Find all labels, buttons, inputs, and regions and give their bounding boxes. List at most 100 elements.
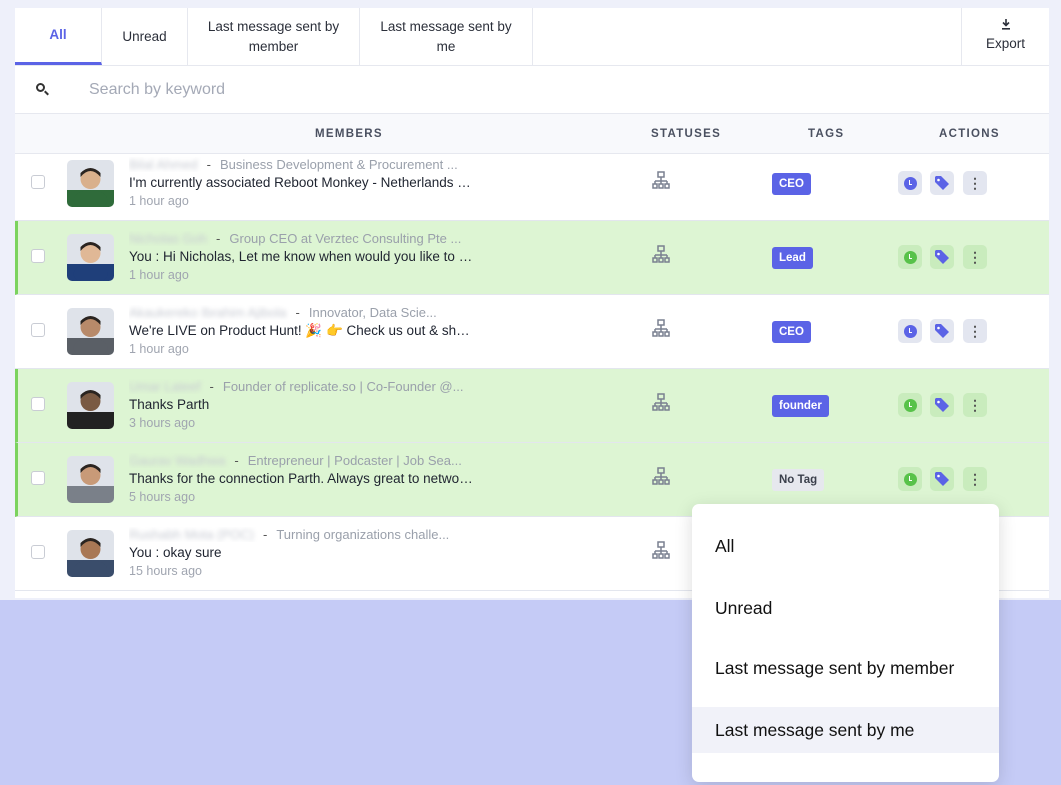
hierarchy-status-icon[interactable] [652, 245, 670, 265]
clock-icon [903, 398, 917, 412]
tag-icon [935, 324, 949, 338]
hierarchy-status-icon[interactable] [652, 467, 670, 487]
schedule-button[interactable] [898, 393, 922, 417]
export-label: Export [985, 36, 1026, 51]
row-checkbox[interactable] [31, 323, 45, 337]
vertical-dots-icon: ⋮ [968, 174, 982, 191]
search-input[interactable] [89, 80, 489, 99]
hierarchy-status-icon[interactable] [652, 319, 670, 339]
message-time: 3 hours ago [129, 416, 196, 430]
actions-header: ACTIONS [939, 127, 1000, 140]
vertical-dots-icon: ⋮ [968, 322, 982, 339]
table-row[interactable]: Akaukereko Ibrahim Ajibola - Innovator, Da… [15, 295, 1049, 369]
avatar [67, 308, 114, 355]
row-checkbox[interactable] [31, 249, 45, 263]
schedule-button[interactable] [898, 245, 922, 269]
member-tag[interactable]: CEO [772, 321, 811, 343]
member-name[interactable]: Umar Lateef [129, 379, 201, 394]
tag-icon [935, 398, 949, 412]
tab-last-message-by-member[interactable]: Last message sent by member [188, 8, 360, 65]
tab-unread-label: Unread [122, 28, 167, 44]
tag-button[interactable] [930, 245, 954, 269]
tag-button[interactable] [930, 393, 954, 417]
member-name[interactable]: Gaurav Wadhwa [129, 453, 225, 468]
message-time: 1 hour ago [129, 194, 189, 208]
more-options-button[interactable]: ⋮ [963, 319, 987, 343]
hierarchy-status-icon[interactable] [652, 541, 670, 561]
avatar [67, 382, 114, 429]
tab-all[interactable]: All [15, 8, 102, 65]
statuses-header: STATUSES [651, 127, 722, 140]
schedule-button[interactable] [898, 171, 922, 195]
message-time: 1 hour ago [129, 268, 189, 282]
member-name[interactable]: Nicholas Goh [129, 231, 207, 246]
tag-button[interactable] [930, 171, 954, 195]
member-headline: Group CEO at Verztec Consulting Pte ... [229, 231, 462, 246]
member-tag[interactable]: CEO [772, 173, 811, 195]
clock-icon [903, 176, 917, 190]
row-checkbox[interactable] [31, 471, 45, 485]
filter-dropdown-menu: All Unread Last message sent by member L… [692, 504, 999, 782]
message-time: 5 hours ago [129, 490, 196, 504]
tab-unread[interactable]: Unread [102, 8, 188, 65]
members-header: MEMBERS [315, 127, 383, 140]
last-message[interactable]: You : okay sure [129, 545, 473, 560]
menu-item-last-message-by-member[interactable]: Last message sent by member [692, 645, 999, 691]
member-headline: Business Development & Procurement ... [220, 157, 458, 172]
member-tag[interactable]: founder [772, 395, 829, 417]
table-row[interactable]: Nicholas Goh - Group CEO at Verztec Consul… [15, 221, 1049, 295]
last-message[interactable]: Thanks for the connection Parth. Always … [129, 471, 473, 486]
table-row[interactable]: Bilal Ahmed - Business Development & Procu… [15, 147, 1049, 221]
tag-button[interactable] [930, 319, 954, 343]
row-checkbox[interactable] [31, 545, 45, 559]
member-info-line: Akaukereko Ibrahim Ajibola - Innovator, Da… [129, 305, 437, 320]
more-options-button[interactable]: ⋮ [963, 171, 987, 195]
vertical-dots-icon: ⋮ [968, 396, 982, 413]
tabs-spacer [533, 8, 962, 65]
member-headline: Turning organizations challe... [276, 527, 450, 542]
member-info-line: Nicholas Goh - Group CEO at Verztec Consul… [129, 231, 462, 246]
avatar [67, 234, 114, 281]
tab-member-label: Last message sent by member [207, 18, 340, 54]
schedule-button[interactable] [898, 319, 922, 343]
tag-button[interactable] [930, 467, 954, 491]
clock-icon [903, 324, 917, 338]
search-icon [34, 81, 52, 99]
tag-icon [935, 250, 949, 264]
more-options-button[interactable]: ⋮ [963, 393, 987, 417]
member-tag[interactable]: Lead [772, 247, 813, 269]
member-info-line: Bilal Ahmed - Business Development & Procu… [129, 157, 458, 172]
row-checkbox[interactable] [31, 397, 45, 411]
member-name[interactable]: Bilal Ahmed [129, 157, 198, 172]
tab-last-message-by-me[interactable]: Last message sent by me [360, 8, 533, 65]
member-name[interactable]: Rushabh Mota (POC) [129, 527, 254, 542]
member-headline: Founder of replicate.so | Co-Founder @..… [222, 379, 464, 394]
vertical-dots-icon: ⋮ [968, 248, 982, 265]
export-button[interactable]: Export [962, 8, 1049, 65]
more-options-button[interactable]: ⋮ [963, 245, 987, 269]
search-bar [15, 66, 1049, 114]
schedule-button[interactable] [898, 467, 922, 491]
hierarchy-status-icon[interactable] [652, 393, 670, 413]
last-message[interactable]: I'm currently associated Reboot Monkey -… [129, 175, 473, 190]
member-info-line: Umar Lateef - Founder of replicate.so | Co… [129, 379, 464, 394]
member-name[interactable]: Akaukereko Ibrahim Ajibola [129, 305, 287, 320]
member-info-line: Rushabh Mota (POC) - Turning organizations… [129, 527, 450, 542]
filter-tabs: All Unread Last message sent by member La… [15, 8, 1049, 66]
row-checkbox[interactable] [31, 175, 45, 189]
hierarchy-status-icon[interactable] [652, 171, 670, 191]
download-icon [1001, 19, 1010, 30]
member-tag[interactable]: No Tag [772, 469, 825, 491]
menu-item-all[interactable]: All [692, 523, 999, 569]
table-row[interactable]: Umar Lateef - Founder of replicate.so | Co… [15, 369, 1049, 443]
avatar [67, 530, 114, 577]
more-options-button[interactable]: ⋮ [963, 467, 987, 491]
menu-item-last-message-by-me[interactable]: Last message sent by me [692, 707, 999, 753]
last-message[interactable]: Thanks Parth [129, 397, 473, 412]
last-message[interactable]: You : Hi Nicholas, Let me know when woul… [129, 249, 473, 264]
menu-item-unread[interactable]: Unread [692, 585, 999, 631]
avatar [67, 160, 114, 207]
tab-me-label: Last message sent by me [380, 18, 512, 54]
message-time: 15 hours ago [129, 564, 202, 578]
last-message[interactable]: We're LIVE on Product Hunt! 🎉 👉 Check us… [129, 323, 473, 339]
